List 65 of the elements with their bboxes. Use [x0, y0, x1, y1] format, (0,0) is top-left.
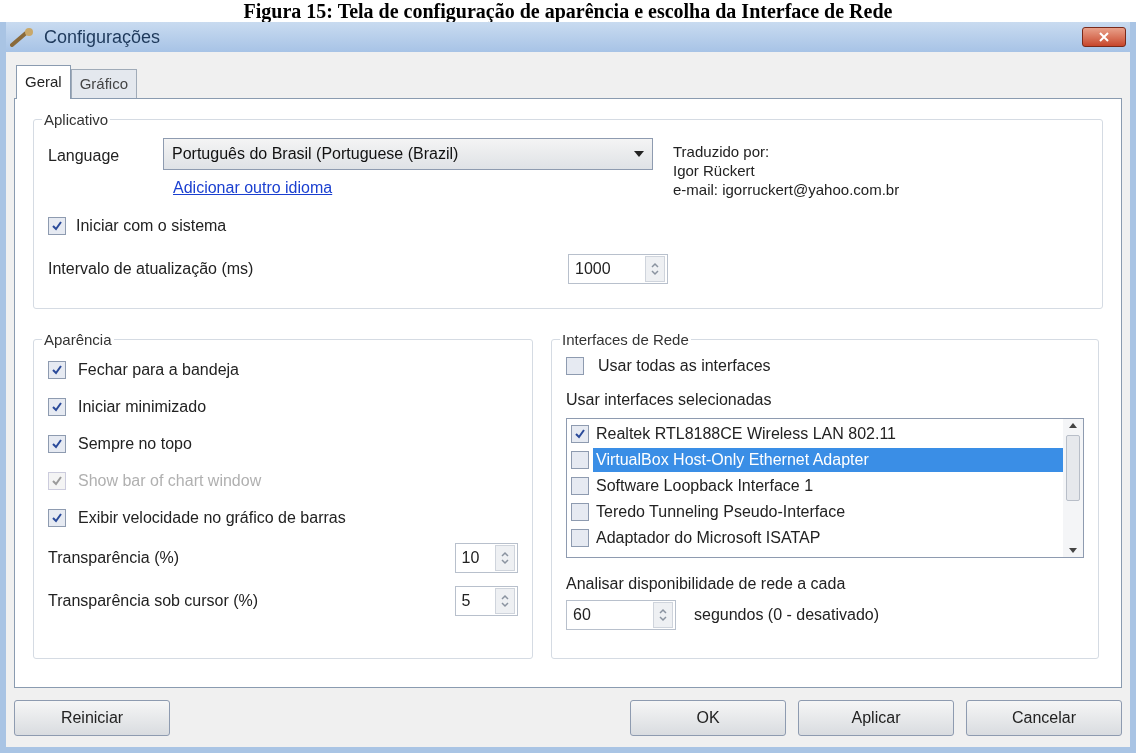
list-item[interactable]: Software Loopback Interface 1 [593, 474, 1063, 498]
field-label: Language [48, 146, 121, 166]
tab[interactable]: Geral [16, 65, 71, 99]
checkbox-label: Fechar para a bandeja [78, 360, 239, 380]
close-icon [1098, 32, 1110, 42]
interface-list[interactable]: Realtek RTL8188CE Wireless LAN 802.11 VirtualBox Host-Only Ethernet Adapter Software Loopback Interface 1 Teredo Tunneling Pseudo-Interface Adaptador do Microsoft ISATAP [566, 418, 1084, 558]
scroll-thumb[interactable] [1066, 435, 1080, 501]
checkbox[interactable] [48, 361, 66, 379]
checkmark-icon [51, 364, 63, 376]
translator-text: Traduzido por: [673, 142, 771, 161]
checkbox-label: Usar todas as interfaces [598, 356, 771, 376]
list-label: Usar interfaces selecionadas [566, 390, 773, 410]
checkbox[interactable] [571, 529, 589, 547]
tab[interactable]: Gráfico [70, 69, 138, 98]
field-label: Transparência sob cursor (%) [48, 591, 260, 611]
checkbox[interactable] [571, 477, 589, 495]
checkbox-label: Sempre no topo [78, 434, 192, 454]
window-title: Configurações [44, 25, 161, 49]
field-label: segundos (0 - desativado) [694, 605, 879, 625]
figure-caption: Figura 15: Tela de configuração de aparência e escolha da Interface de Rede [242, 0, 894, 22]
checkbox[interactable] [571, 451, 589, 469]
checkbox[interactable] [48, 398, 66, 416]
checkbox[interactable] [571, 503, 589, 521]
list-item[interactable]: Adaptador do Microsoft ISATAP [593, 526, 1063, 550]
spin-field[interactable]: 5 [454, 586, 518, 616]
checkbox[interactable] [48, 217, 66, 235]
checkmark-icon [51, 220, 63, 232]
checkbox-label: Iniciar com o sistema [76, 216, 227, 236]
scroll-down-icon[interactable] [1069, 548, 1077, 553]
checkmark-icon [51, 401, 63, 413]
scroll-up-icon[interactable] [1069, 423, 1077, 428]
dialog-button[interactable]: Aplicar [798, 700, 954, 736]
checkbox[interactable] [48, 435, 66, 453]
field-label: Intervalo de atualização (ms) [48, 259, 255, 279]
spin-arrows-icon [495, 588, 515, 614]
checkbox-label: Exibir velocidade no gráfico de barras [78, 508, 346, 528]
close-button[interactable] [1082, 27, 1126, 47]
list-item[interactable]: Teredo Tunneling Pseudo-Interface [593, 500, 1063, 524]
spin-arrows-icon [653, 602, 673, 628]
dialog-button[interactable]: Reiniciar [14, 700, 170, 736]
checkmark-icon [51, 475, 63, 487]
spin-field[interactable]: 1000 [568, 254, 668, 284]
dropdown-arrow-icon [634, 151, 644, 157]
spin-field[interactable]: 10 [454, 543, 518, 573]
spin-arrows-icon [645, 256, 665, 282]
list-item[interactable]: Realtek RTL8188CE Wireless LAN 802.11 [593, 422, 1063, 446]
language-dropdown[interactable]: Português do Brasil (Portuguese (Brazil) [163, 138, 653, 170]
checkmark-icon [574, 428, 586, 440]
checkbox[interactable] [48, 509, 66, 527]
checkbox-label: Iniciar minimizado [78, 397, 207, 417]
scrollbar[interactable] [1063, 419, 1083, 557]
checkbox[interactable] [571, 425, 589, 443]
spin-arrows-icon [495, 545, 515, 571]
dialog-button[interactable]: Cancelar [966, 700, 1122, 736]
checkmark-icon [51, 438, 63, 450]
field-label: Analisar disponibilidade de rede a cada [566, 574, 847, 594]
checkbox[interactable] [566, 357, 584, 375]
spin-field[interactable]: 60 [566, 600, 676, 630]
translator-text: Igor Rückert [673, 161, 756, 180]
add-language-link[interactable]: Adicionar outro idioma [163, 176, 653, 200]
field-label: Transparência (%) [48, 548, 180, 568]
dialog-button[interactable]: OK [630, 700, 786, 736]
checkmark-icon [51, 512, 63, 524]
translator-text: e-mail: igorruckert@yahoo.com.br [673, 180, 900, 199]
checkbox-label: Show bar of chart window [78, 471, 262, 491]
